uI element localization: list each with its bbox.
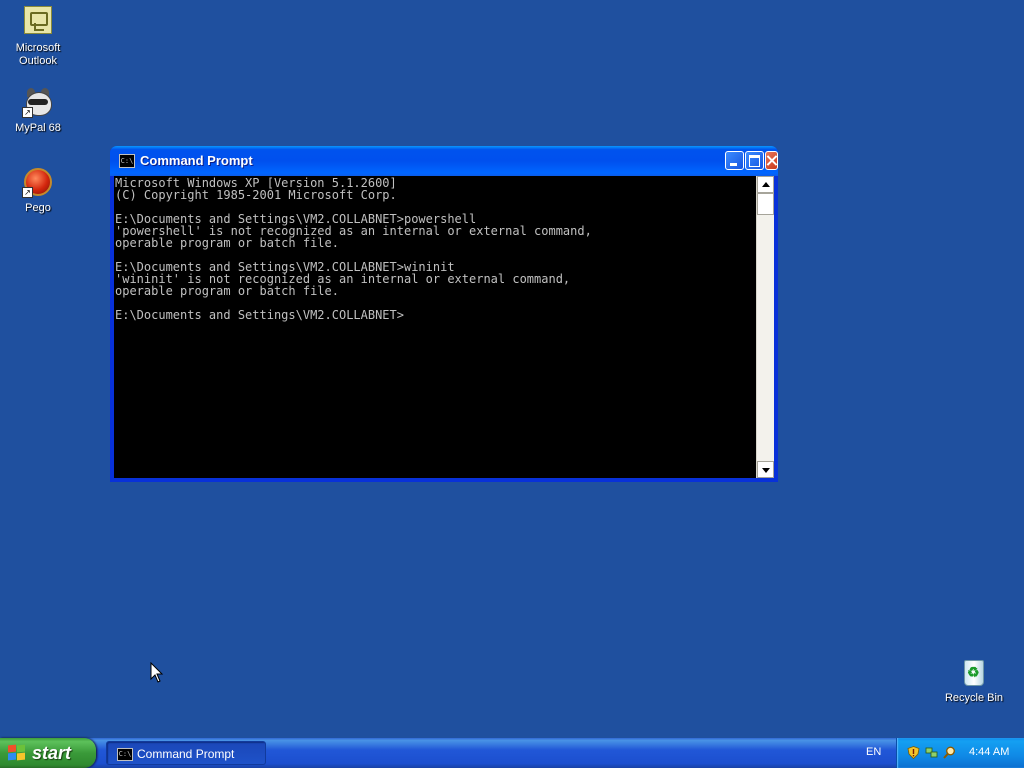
- taskbar-button-label: Command Prompt: [137, 747, 235, 761]
- taskbar-button-command-prompt[interactable]: C:\ Command Prompt: [106, 741, 266, 765]
- window-titlebar[interactable]: C:\ Command Prompt: [110, 146, 778, 176]
- desktop-icon-label: Outlook: [19, 55, 57, 67]
- window-title: Command Prompt: [140, 153, 253, 168]
- shortcut-arrow-icon: ↗: [22, 107, 33, 118]
- console-icon[interactable]: C:\: [119, 154, 135, 168]
- desktop-icon-label: MyPal 68: [15, 122, 61, 134]
- console-output: Microsoft Windows XP [Version 5.1.2600] …: [115, 176, 592, 322]
- security-shield-icon[interactable]: [907, 746, 920, 759]
- network-icon[interactable]: [925, 746, 938, 759]
- scroll-thumb[interactable]: [757, 193, 774, 215]
- clock[interactable]: 4:44 AM: [969, 746, 1009, 758]
- desktop-icon-label: Microsoft: [15, 42, 61, 54]
- scroll-up-button[interactable]: [757, 176, 774, 193]
- desktop-icon-pego[interactable]: ↗ Pego: [0, 166, 76, 215]
- shortcut-arrow-icon: ↗: [22, 187, 33, 198]
- maximize-button[interactable]: [745, 151, 764, 170]
- scroll-down-button[interactable]: [757, 461, 774, 478]
- windows-logo-icon: [8, 744, 26, 761]
- desktop-icon-label: Pego: [25, 202, 51, 214]
- console-icon: C:\: [117, 748, 133, 761]
- start-label: start: [32, 743, 72, 763]
- taskbar: start C:\ Command Prompt EN 4:44 AM: [0, 738, 1024, 768]
- search-icon[interactable]: [943, 746, 956, 759]
- outlook-icon: [22, 6, 54, 38]
- start-button[interactable]: start: [0, 738, 96, 768]
- vertical-scrollbar[interactable]: [756, 176, 774, 478]
- raccoon-icon: ↗: [22, 86, 54, 118]
- desktop-icon-label: Recycle Bin: [944, 692, 1004, 704]
- desktop-icon-mypal[interactable]: ↗ MyPal 68: [0, 86, 76, 135]
- recycle-bin-icon: ♻: [958, 656, 990, 688]
- minimize-button[interactable]: [725, 151, 744, 170]
- desktop-icon-outlook[interactable]: Microsoft Outlook: [0, 4, 76, 68]
- desktop: Microsoft Outlook ↗ MyPal 68 ↗ Pego ♻ Re…: [0, 0, 1024, 738]
- desktop-icon-recycle-bin[interactable]: ♻ Recycle Bin: [936, 656, 1012, 705]
- command-prompt-window[interactable]: C:\ Command Prompt Microsoft Windows XP …: [110, 146, 778, 482]
- close-button[interactable]: [765, 151, 778, 170]
- console-area[interactable]: Microsoft Windows XP [Version 5.1.2600] …: [114, 176, 756, 478]
- pego-ball-icon: ↗: [22, 166, 54, 198]
- language-indicator[interactable]: EN: [866, 746, 881, 758]
- system-tray: 4:44 AM: [896, 738, 1024, 768]
